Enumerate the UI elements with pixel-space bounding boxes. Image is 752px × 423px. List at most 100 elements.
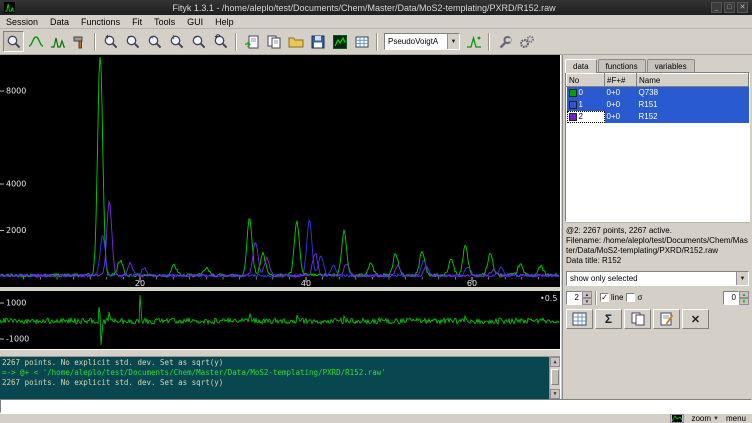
data-table-button[interactable] — [351, 31, 372, 52]
spin-down-icon[interactable]: ▼ — [739, 298, 749, 305]
copy-icon — [631, 312, 645, 326]
info-line: Filename: /home/aleplo/test/Documents/Ch… — [566, 236, 749, 256]
scroll-up-icon[interactable]: ▲ — [550, 357, 560, 367]
series-Q738 — [0, 57, 559, 277]
scrollbar-thumb[interactable] — [551, 369, 559, 385]
sigma-checkbox-label: σ — [637, 293, 642, 302]
menu-functions[interactable]: Functions — [75, 15, 126, 29]
mini-chart-icon — [672, 415, 682, 422]
dataset-row[interactable]: 00+0Q738 — [567, 87, 749, 99]
sigma-checkbox[interactable]: σ — [626, 293, 642, 302]
menu-indicator[interactable]: menu — [726, 414, 746, 423]
menu-gui[interactable]: GUI — [181, 15, 209, 29]
main-plot[interactable]: 204060800040002000 — [0, 55, 560, 287]
add-function-button[interactable] — [463, 31, 484, 52]
reload-data-button[interactable] — [263, 31, 284, 52]
menu-data[interactable]: Data — [44, 15, 75, 29]
zoom-previous-icon — [213, 34, 229, 50]
line-checkbox[interactable]: ✓ line — [600, 293, 623, 302]
spin-down-icon[interactable]: ▼ — [582, 298, 592, 305]
info-line: Data title: R152 — [566, 256, 749, 266]
menu-fit[interactable]: Fit — [126, 15, 148, 29]
dataset-number: 1 — [579, 100, 583, 109]
editor-button[interactable] — [653, 309, 680, 329]
shift-value: 0 — [723, 291, 739, 305]
save-session-button[interactable] — [307, 31, 328, 52]
dataset-info: @2: 2267 points, 2267 active.Filename: /… — [565, 222, 750, 268]
column-header[interactable]: No — [567, 74, 605, 87]
minimize-button[interactable]: _ — [711, 2, 722, 13]
menu-tools[interactable]: Tools — [148, 15, 181, 29]
baseline-mode-button[interactable] — [69, 31, 90, 52]
open-session-button[interactable] — [285, 31, 306, 52]
wrench-icon — [497, 34, 513, 50]
add-peak-mode-button[interactable] — [47, 31, 68, 52]
dataset-table-wrap: No#F+#Name00+0Q73810+0R15120+0R152 — [565, 72, 750, 222]
controls-separator — [595, 291, 597, 305]
console-line-info: 2267 points. No explicit std. dev. Set a… — [2, 358, 548, 368]
svg-text:4000: 4000 — [6, 180, 26, 189]
dataset-color-swatch[interactable] — [569, 113, 577, 121]
edit-pencil-icon — [660, 312, 674, 326]
svg-text:20: 20 — [135, 279, 145, 287]
filter-value: show only selected — [567, 274, 736, 283]
aux-residual-plot[interactable]: 1000-1000•0.5 — [0, 291, 560, 349]
console-output[interactable]: ▲ ▼ 2267 points. No explicit std. dev. S… — [0, 357, 560, 399]
export-image-button[interactable] — [329, 31, 350, 52]
aux-scale-label: •0.5 — [540, 294, 557, 303]
chevron-down-icon[interactable]: ▼ — [736, 272, 748, 285]
copy-data-button[interactable] — [624, 309, 651, 329]
sum-button[interactable]: Σ — [595, 309, 622, 329]
zoom-out-button[interactable]: − — [122, 31, 143, 52]
zoom-in-button[interactable]: + — [100, 31, 121, 52]
statusbar: zoom ▼ menu — [0, 413, 752, 423]
checkbox-checked-icon: ✓ — [600, 293, 609, 302]
load-data-button[interactable] — [241, 31, 262, 52]
point-size-spinner[interactable]: 2 ▲▼ — [566, 291, 592, 305]
dataset-row[interactable]: 10+0R151 — [567, 99, 749, 111]
previous-zoom-button[interactable]: ↶ — [210, 31, 231, 52]
spin-up-icon[interactable]: ▲ — [739, 291, 749, 298]
menu-help[interactable]: Help — [209, 15, 240, 29]
tab-data[interactable]: data — [565, 59, 597, 73]
menu-session[interactable]: Session — [0, 15, 44, 29]
column-header[interactable]: Name — [637, 74, 749, 87]
line-checkbox-label: line — [611, 293, 623, 302]
chevron-down-icon[interactable]: ▼ — [447, 34, 459, 49]
maximize-button[interactable]: □ — [724, 2, 735, 13]
zoom-indicator[interactable]: zoom ▼ — [691, 414, 719, 423]
delete-dataset-button[interactable]: ✕ — [682, 309, 709, 329]
shift-spinner[interactable]: 0 ▲▼ — [723, 291, 749, 305]
dataset-color-swatch[interactable] — [569, 89, 577, 97]
zoom-all-button[interactable]: ▫ — [188, 31, 209, 52]
data-range-mode-button[interactable] — [25, 31, 46, 52]
zoom-horizontal-button[interactable]: ↔ — [144, 31, 165, 52]
tab-functions[interactable]: functions — [598, 59, 646, 72]
console-splitter[interactable] — [0, 349, 560, 357]
curve-icon — [28, 34, 44, 50]
filter-dropdown[interactable]: show only selected ▼ — [566, 271, 749, 286]
close-button[interactable]: ✕ — [737, 2, 748, 13]
status-plot-button[interactable] — [670, 414, 684, 423]
info-line: @2: 2267 points, 2267 active. — [566, 226, 749, 236]
zoom-y-icon — [169, 34, 185, 50]
dataset-func-count: 0+0 — [605, 99, 637, 111]
edit-data-button[interactable] — [566, 309, 593, 329]
dataset-color-swatch[interactable] — [569, 101, 577, 109]
scroll-down-icon[interactable]: ▼ — [550, 389, 560, 399]
zoom-mode-button[interactable] — [3, 31, 24, 52]
zoom-vertical-button[interactable]: ↕ — [166, 31, 187, 52]
column-header[interactable]: #F+# — [605, 74, 637, 87]
command-input[interactable] — [0, 399, 752, 413]
dataset-row[interactable]: 20+0R152 — [567, 111, 749, 123]
spin-up-icon[interactable]: ▲ — [582, 291, 592, 298]
zoom-indicator-label: zoom — [691, 414, 711, 423]
settings-button[interactable] — [494, 31, 515, 52]
hammer-icon — [72, 34, 88, 50]
function-type-value: PseudoVoigtA — [385, 37, 447, 46]
tab-variables[interactable]: variables — [647, 59, 695, 72]
function-type-dropdown[interactable]: PseudoVoigtA ▼ — [384, 33, 460, 50]
execute-script-button[interactable] — [516, 31, 537, 52]
load-data-icon — [244, 34, 260, 50]
console-scrollbar[interactable]: ▲ ▼ — [549, 357, 560, 399]
